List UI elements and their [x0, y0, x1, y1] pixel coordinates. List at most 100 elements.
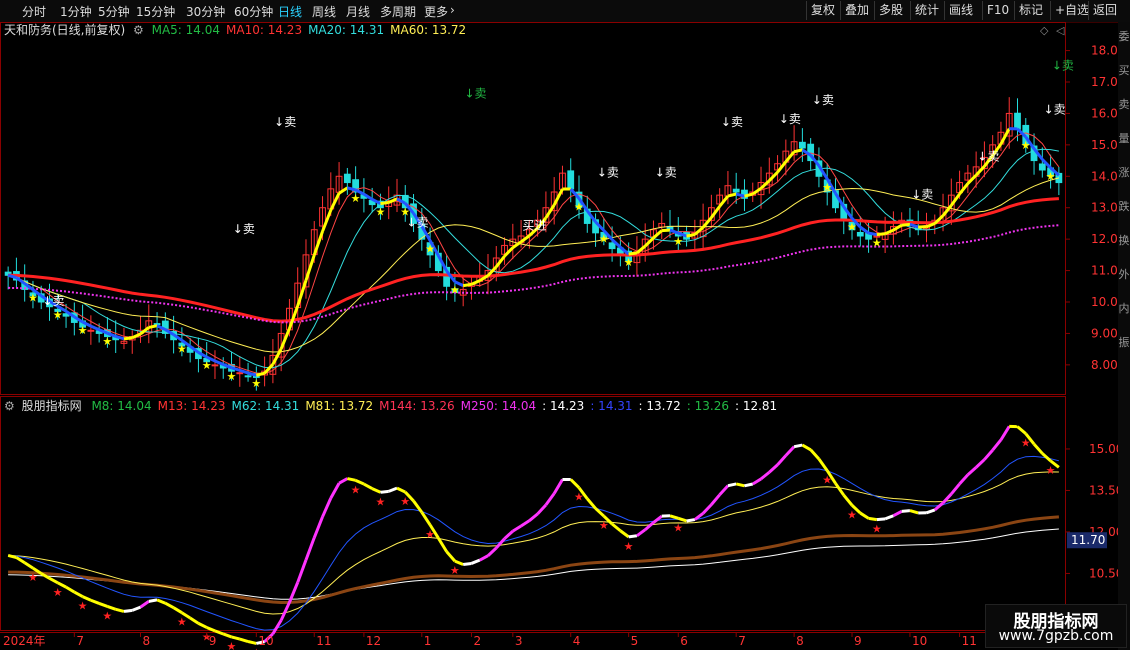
- sub-line-yellow: [8, 471, 1059, 615]
- indicator-segment: [445, 550, 457, 563]
- info-label: 卖: [1118, 98, 1130, 111]
- trend-segment: [884, 228, 894, 236]
- trend-segment: [735, 192, 745, 198]
- star-icon: ★: [53, 586, 63, 599]
- indicator-segment: [197, 622, 208, 629]
- candle-body: [153, 323, 161, 326]
- trend-segment: [693, 226, 705, 236]
- x-tick-label: 12: [366, 634, 381, 648]
- indicator-segment: [321, 497, 333, 518]
- x-tick-label: 7: [738, 634, 746, 648]
- star-icon: ★: [624, 256, 634, 269]
- star-icon: ★: [822, 474, 832, 487]
- x-tick-label: 10: [912, 634, 927, 648]
- info-label: 外: [1118, 268, 1130, 281]
- indicator-segment: [744, 482, 754, 488]
- indicator-segment: [975, 458, 986, 469]
- star-icon: ★: [351, 483, 361, 496]
- indicator-segment: [312, 516, 324, 539]
- star-icon: ★: [574, 491, 584, 504]
- signal-label: ↓卖: [464, 87, 486, 101]
- star-icon: ★: [375, 206, 385, 219]
- star-icon: ★: [177, 342, 187, 355]
- trend-segment: [462, 282, 472, 288]
- indicator-segment: [941, 492, 953, 504]
- indicator-segment: [7, 554, 17, 559]
- x-tick-label: 1: [424, 634, 432, 648]
- indicator-segment: [15, 556, 26, 564]
- x-tick-label: 2: [473, 634, 481, 648]
- trend-segment: [686, 233, 696, 238]
- signal-label: ↓卖: [911, 187, 933, 201]
- star-icon: ★: [673, 235, 683, 248]
- candle-body: [244, 375, 252, 378]
- star-icon: ★: [1021, 437, 1031, 450]
- indicator-segment: [809, 448, 821, 461]
- trend-segment: [90, 324, 100, 332]
- candle-body: [856, 231, 864, 237]
- x-tick-label: 11: [316, 634, 331, 648]
- star-icon: ★: [450, 564, 460, 577]
- candle-body: [567, 170, 575, 190]
- indicator-segment: [859, 511, 870, 520]
- trend-segment: [288, 305, 300, 330]
- trend-segment: [868, 231, 878, 237]
- trend-segment: [635, 244, 647, 255]
- trend-segment: [793, 148, 803, 154]
- diamond-icon[interactable]: ◇: [1040, 24, 1049, 37]
- signal-label: ↓卖: [1052, 58, 1074, 72]
- star-icon: ★: [1046, 170, 1056, 183]
- indicator-segment: [1032, 443, 1044, 455]
- indicator-segment: [388, 486, 398, 493]
- collapse-icon[interactable]: ◁: [1056, 24, 1065, 37]
- indicator-segment: [892, 510, 903, 518]
- trend-segment: [652, 229, 663, 240]
- indicator-segment: [768, 463, 779, 474]
- candle-body: [1014, 112, 1021, 130]
- indicator-segment: [793, 443, 803, 449]
- signal-label: ↓卖: [597, 165, 619, 179]
- indicator-segment: [958, 473, 969, 485]
- candle-body: [732, 188, 740, 193]
- info-label: 委: [1118, 30, 1130, 43]
- stock-chart[interactable]: ◇ ◁8.009.0010.0011.0012.0013.0014.0015.00…: [0, 0, 1130, 650]
- star-icon: ★: [177, 616, 187, 629]
- trend-segment: [338, 186, 349, 195]
- trend-segment: [628, 251, 638, 256]
- x-tick-label: 9: [854, 634, 862, 648]
- indicator-segment: [751, 477, 762, 486]
- signal-label: ↓卖: [655, 165, 677, 179]
- sub-panel-frame: [0, 396, 1066, 631]
- right-info-strip[interactable]: 委买卖量涨跌换外内振: [1118, 22, 1130, 650]
- indicator-segment: [48, 577, 59, 585]
- trend-segment: [214, 359, 224, 366]
- indicator-segment: [139, 600, 150, 609]
- indicator-segment: [999, 425, 1011, 441]
- signal-label: ↓卖: [812, 93, 834, 107]
- indicator-segment: [710, 493, 721, 506]
- indicator-segment: [644, 521, 655, 531]
- indicator-segment: [876, 517, 886, 522]
- info-label: 换: [1118, 234, 1130, 247]
- indicator-segment: [486, 546, 498, 557]
- star-icon: ★: [375, 495, 385, 508]
- indicator-segment: [983, 449, 994, 461]
- trend-segment: [247, 371, 257, 377]
- indicator-segment: [189, 616, 200, 625]
- trend-segment: [544, 204, 556, 219]
- indicator-segment: [512, 524, 522, 533]
- trend-segment: [901, 222, 911, 227]
- candle-body: [211, 364, 219, 367]
- signal-label: ↓卖: [274, 115, 296, 129]
- indicator-segment: [619, 529, 630, 539]
- indicator-segment: [991, 438, 1003, 452]
- indicator-segment: [544, 492, 556, 506]
- x-tick-label: 5: [631, 634, 639, 648]
- indicator-segment: [396, 486, 406, 494]
- sub-line-brown: [8, 515, 1060, 605]
- trend-segment: [255, 371, 265, 377]
- indicator-segment: [776, 454, 787, 466]
- trend-segment: [329, 192, 341, 211]
- indicator-segment: [304, 537, 316, 561]
- indicator-segment: [686, 518, 696, 523]
